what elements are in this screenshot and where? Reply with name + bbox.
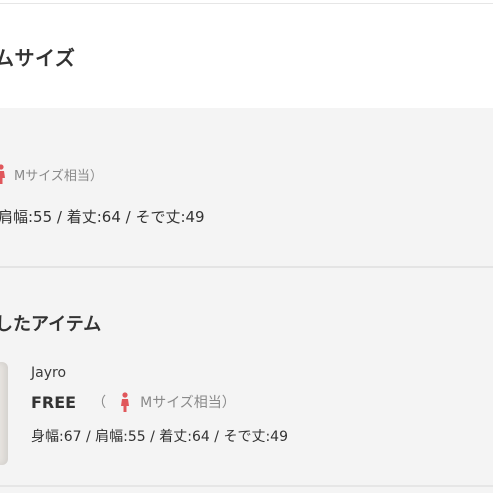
paren-open: （ [92,395,107,411]
size-equivalent: Mサイズ相当） [0,164,103,184]
item-thumbnail[interactable] [0,362,8,465]
size-equivalent-label: Mサイズ相当） [14,168,103,184]
related-items-title: したアイテム [0,314,102,335]
measurements-text: 肩幅:55 / 着丈:64 / そで丈:49 [0,208,205,226]
section-divider [0,266,493,268]
section-title: ムサイズ [0,46,76,70]
item-brand[interactable]: Jayro [31,365,66,381]
person-icon [121,392,130,412]
section-header: ムサイズ [0,0,493,108]
item-size-equivalent: Mサイズ相当） [140,395,236,411]
item-size-row: FREE （ Mサイズ相当） [31,392,236,412]
bottom-divider [0,485,493,487]
item-measurements: 身幅:67 / 肩幅:55 / 着丈:64 / そで丈:49 [31,429,288,445]
top-divider [0,3,493,4]
person-icon [0,164,5,184]
item-size: FREE [31,392,77,412]
